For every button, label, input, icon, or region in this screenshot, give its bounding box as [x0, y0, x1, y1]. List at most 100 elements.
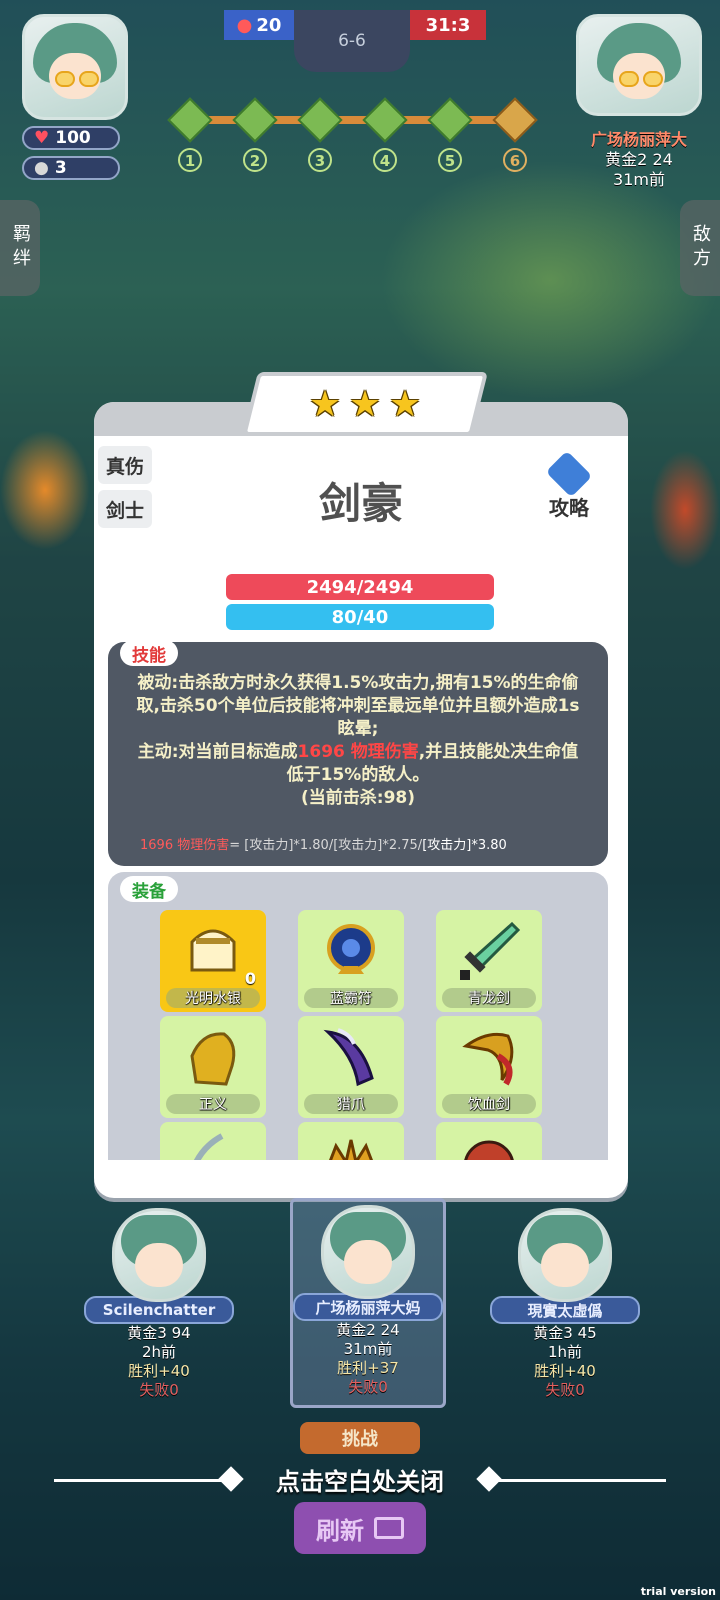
refresh-label: 刷新 — [316, 1516, 364, 1545]
equipment-name: 饮血剑 — [442, 1094, 536, 1114]
equipment-name: 猎爪 — [304, 1094, 398, 1114]
guide-label: 攻略 — [549, 496, 589, 520]
coin-icon: ● — [34, 158, 49, 178]
opponent-card-selected[interactable]: 广场杨丽萍大妈 黄金2 24 31m前 胜利+37 失败0 — [290, 1198, 446, 1408]
round-progress: 1 2 3 4 5 6 — [167, 97, 540, 172]
opponent-time: 31m前 — [613, 170, 665, 189]
item-badge: 0 — [244, 969, 256, 988]
equipment-item[interactable] — [160, 1122, 266, 1160]
trophy-icon — [492, 97, 538, 143]
star-icon: ★ — [308, 383, 341, 425]
blue-score-value: 20 — [256, 14, 282, 36]
equipment-item[interactable] — [436, 1122, 542, 1160]
trophy-icon — [427, 97, 473, 143]
background-fire-left — [0, 430, 90, 550]
opponent-card-lose: 失败0 — [545, 1381, 585, 1399]
round-node: 6 — [492, 97, 538, 172]
opponent-rank: 黄金2 24 — [605, 150, 673, 169]
round-node: 3 — [297, 97, 343, 172]
opponent-hud: 广场杨丽萍大 黄金2 24 31m前 — [572, 14, 706, 190]
formula-rest: = [攻击力]*1.80/[攻击力]*2.75/ — [229, 838, 423, 853]
watermark: trial version — [640, 1585, 716, 1598]
equipment-name: 正义 — [166, 1094, 260, 1114]
trophy-icon — [232, 97, 278, 143]
stage-indicator: 6-6 — [294, 10, 410, 72]
skill-description: 被动:击杀敌方时永久获得1.5%攻击力,拥有15%的生命偷取,击杀50个单位后技… — [136, 672, 580, 810]
round-number: 2 — [243, 148, 267, 172]
equipment-name: 青龙剑 — [442, 988, 536, 1008]
equipment-item[interactable] — [298, 1122, 404, 1160]
equipment-tag: 装备 — [120, 876, 178, 902]
unit-detail-modal: ★ ★ ★ 真伤 剑士 剑豪 攻略 2494/2494 80/40 技能 被动:… — [94, 372, 628, 1198]
opponent-name: 广场杨丽萍大 — [590, 130, 687, 149]
player-hp-pill: ♥ 100 — [22, 126, 120, 150]
skill-kill-count: (当前击杀:98) — [301, 788, 415, 808]
round-node: 1 — [167, 97, 213, 172]
background-fire-right — [650, 450, 720, 570]
formula-last: [攻击力]*3.80 — [422, 838, 507, 853]
challenge-button[interactable]: 挑战 — [300, 1422, 420, 1454]
player-avatar[interactable] — [22, 14, 128, 120]
opponent-card-lose: 失败0 — [348, 1378, 388, 1396]
equipment-item[interactable]: 青龙剑 — [436, 910, 542, 1012]
star-rating: ★ ★ ★ — [242, 372, 488, 436]
equipment-item[interactable]: 蓝霸符 — [298, 910, 404, 1012]
round-number: 4 — [373, 148, 397, 172]
sword-icon — [460, 921, 520, 980]
equipment-name: 光明水银 — [166, 988, 260, 1008]
opponent-card-lose: 失败0 — [139, 1381, 179, 1399]
opponent-card-rank: 黄金2 24 — [336, 1321, 400, 1339]
star-icon: ★ — [348, 383, 382, 425]
trophy-icon — [362, 97, 408, 143]
opponent-list: Scilenchatter 黄金3 94 2h前 胜利+40 失败0 广场杨丽萍… — [84, 1198, 644, 1408]
armor-icon — [464, 1140, 514, 1160]
opponent-card-rank: 黄金3 94 — [127, 1324, 191, 1342]
round-number: 3 — [308, 148, 332, 172]
equipment-panel: 装备 0 光明水银 蓝霸符 青龙剑 正义 猎爪 饮血剑 — [108, 872, 608, 1160]
round-number: 5 — [438, 148, 462, 172]
opponent-avatar[interactable] — [576, 14, 702, 116]
guide-button[interactable]: 攻略 — [534, 450, 604, 521]
synergy-tab[interactable]: 羁绊 — [0, 200, 40, 296]
helmet-icon — [190, 929, 236, 972]
red-score: 31:3 — [410, 10, 486, 40]
equipment-name: 蓝霸符 — [304, 988, 398, 1008]
crown-icon — [329, 1139, 373, 1160]
player-coin-pill: ● 3 — [22, 156, 120, 180]
player-hud: ♥ 100 ● 3 — [22, 14, 128, 180]
formula-damage: 1696 物理伤害 — [140, 838, 230, 853]
opponent-card[interactable]: 現實太虛僞 黄金3 45 1h前 胜利+40 失败0 — [490, 1208, 640, 1400]
equipment-item[interactable]: 饮血剑 — [436, 1016, 542, 1118]
skill-tag: 技能 — [120, 640, 178, 666]
claw-icon — [323, 1028, 374, 1087]
equipment-item[interactable]: 猎爪 — [298, 1016, 404, 1118]
opponent-card-time: 2h前 — [141, 1343, 177, 1361]
opponent-card-avatar — [518, 1208, 612, 1302]
enemy-tab[interactable]: 敌方 — [680, 200, 720, 296]
blood-blade-icon — [462, 1032, 514, 1086]
equipment-item[interactable]: 0 光明水银 — [160, 910, 266, 1012]
round-number: 1 — [178, 148, 202, 172]
heart-icon: ♥ — [34, 128, 50, 148]
opponent-card-win: 胜利+40 — [128, 1362, 190, 1380]
player-coin-value: 3 — [54, 158, 67, 178]
star-icon: ★ — [389, 383, 422, 425]
player-hp-value: 100 — [55, 128, 91, 148]
skill-active-prefix: 主动:对当前目标造成 — [137, 742, 298, 762]
skill-active-damage: 1696 物理伤害 — [297, 742, 419, 762]
video-icon — [374, 1517, 404, 1539]
round-badge-icon — [167, 97, 213, 143]
equipment-item[interactable]: 正义 — [160, 1016, 266, 1118]
hint-divider-right — [496, 1479, 666, 1482]
round-node: 5 — [427, 97, 473, 172]
blue-score: ● 20 — [224, 10, 294, 40]
mana-bar: 80/40 — [226, 604, 494, 630]
opponent-card-time: 31m前 — [343, 1340, 393, 1358]
round-number: 6 — [503, 148, 527, 172]
background-foliage — [380, 160, 720, 400]
opponent-card-win: 胜利+40 — [534, 1362, 596, 1380]
graduation-cap-icon — [545, 450, 593, 498]
scythe-icon — [193, 1133, 224, 1160]
refresh-button[interactable]: 刷新 — [294, 1502, 426, 1554]
opponent-card[interactable]: Scilenchatter 黄金3 94 2h前 胜利+40 失败0 — [84, 1208, 234, 1400]
